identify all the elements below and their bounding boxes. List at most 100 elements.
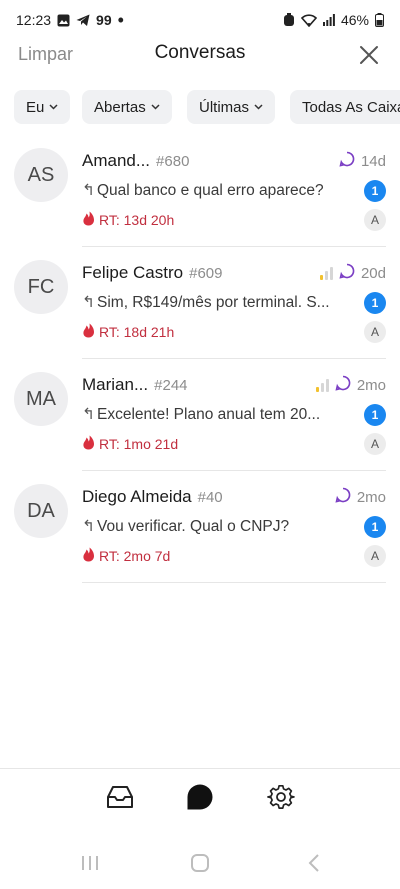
filter-sort-label: Últimas bbox=[199, 98, 250, 116]
status-bar: 12:23 99 • 46% bbox=[0, 0, 400, 40]
gallery-icon bbox=[57, 14, 70, 27]
fire-icon bbox=[82, 323, 95, 341]
avatar: MA bbox=[14, 372, 68, 426]
home-icon bbox=[191, 854, 209, 872]
filter-inbox[interactable]: Todas As Caixas bbox=[290, 90, 400, 124]
fire-icon bbox=[82, 547, 95, 565]
divider bbox=[82, 470, 386, 471]
battery-percent: 46% bbox=[340, 12, 369, 28]
contact-name: Diego Almeida bbox=[82, 487, 192, 506]
chat-bubble-icon bbox=[335, 487, 351, 507]
agent-avatar: A bbox=[364, 321, 386, 343]
last-message: ↰ Sim, R$149/mês por terminal. S... bbox=[82, 293, 356, 312]
last-message: ↰ Excelente! Plano anual tem 20... bbox=[82, 405, 356, 424]
conversation-name: Diego Almeida #40 bbox=[82, 487, 223, 507]
chevron-down-icon bbox=[254, 104, 263, 110]
more-notifications-dot-icon: • bbox=[117, 10, 124, 30]
fire-icon bbox=[82, 211, 95, 229]
conversation-item[interactable]: MA Marian... #244 2mo ↰ Excelente! Plano a… bbox=[0, 360, 400, 472]
system-nav-bar bbox=[0, 845, 400, 881]
response-time-text: RT: 18d 21h bbox=[99, 324, 175, 340]
last-message: ↰ Vou verificar. Qual o CNPJ? bbox=[82, 517, 356, 536]
chevron-down-icon bbox=[49, 104, 58, 110]
conversation-id: #244 bbox=[154, 377, 188, 394]
home-button[interactable] bbox=[188, 851, 212, 875]
response-time: RT: 2mo 7d bbox=[82, 547, 170, 565]
agent-avatar: A bbox=[364, 433, 386, 455]
conversation-meta: 20d bbox=[319, 263, 386, 283]
fire-icon bbox=[82, 435, 95, 453]
reply-icon: ↰ bbox=[82, 294, 95, 311]
response-time-text: RT: 1mo 21d bbox=[99, 436, 179, 452]
filter-status[interactable]: Abertas bbox=[82, 90, 172, 124]
chat-bubble-icon bbox=[335, 375, 351, 395]
recent-apps-button[interactable] bbox=[78, 851, 102, 875]
chat-bubble-icon bbox=[339, 263, 355, 283]
status-right: 46% bbox=[283, 12, 384, 28]
contact-name: Felipe Castro bbox=[82, 263, 184, 282]
chat-bubble-icon bbox=[187, 784, 213, 810]
reply-icon: ↰ bbox=[82, 406, 95, 423]
page-title: Conversas bbox=[154, 42, 246, 63]
back-button[interactable] bbox=[302, 851, 326, 875]
filter-sort[interactable]: Últimas bbox=[187, 90, 276, 124]
gear-icon bbox=[267, 784, 295, 809]
response-time-text: RT: 2mo 7d bbox=[99, 548, 171, 564]
conversation-id: #609 bbox=[189, 265, 223, 282]
conversation-item[interactable]: FC Felipe Castro #609 20d ↰ Sim, R$149/mês… bbox=[0, 248, 400, 360]
chevron-down-icon bbox=[151, 104, 160, 110]
inbox-icon bbox=[107, 786, 133, 808]
divider bbox=[82, 582, 386, 583]
signal-icon bbox=[322, 14, 335, 26]
status-time: 12:23 bbox=[16, 12, 52, 28]
unread-badge: 1 bbox=[364, 292, 386, 314]
agent-avatar: A bbox=[364, 545, 386, 567]
recent-apps-icon bbox=[82, 856, 98, 870]
reply-icon: ↰ bbox=[82, 518, 95, 535]
unread-badge: 1 bbox=[364, 404, 386, 426]
bottom-nav bbox=[0, 768, 400, 824]
last-message: ↰ Qual banco e qual erro aparece? bbox=[82, 181, 356, 200]
wifi-icon bbox=[300, 13, 317, 27]
reply-icon: ↰ bbox=[82, 182, 95, 199]
last-message-text: Sim, R$149/mês por terminal. S... bbox=[97, 294, 330, 311]
divider bbox=[82, 246, 386, 247]
filter-assignee[interactable]: Eu bbox=[14, 90, 71, 124]
back-icon bbox=[308, 854, 319, 872]
alarm-icon bbox=[283, 13, 295, 27]
agent-avatar: A bbox=[364, 209, 386, 231]
nav-conversations[interactable] bbox=[184, 781, 216, 813]
response-time-text: RT: 13d 20h bbox=[99, 212, 175, 228]
filter-bar: Eu Abertas Últimas Todas As Caixas bbox=[0, 90, 400, 124]
close-button[interactable] bbox=[358, 44, 380, 66]
conversation-id: #40 bbox=[197, 489, 223, 506]
filter-status-label: Abertas bbox=[94, 98, 146, 116]
conversation-item[interactable]: AS Amand... #680 14d ↰ Qual banco e qual e… bbox=[0, 136, 400, 248]
last-message-text: Qual banco e qual erro aparece? bbox=[97, 182, 324, 199]
conversation-item[interactable]: DA Diego Almeida #40 2mo ↰ Vou verificar. … bbox=[0, 472, 400, 584]
conversation-id: #680 bbox=[156, 153, 190, 170]
header: Limpar Conversas bbox=[0, 40, 400, 70]
conversation-time: 2mo bbox=[356, 488, 386, 506]
telegram-icon bbox=[76, 14, 90, 27]
priority-bars-icon bbox=[319, 266, 333, 280]
response-time: RT: 18d 21h bbox=[82, 323, 174, 341]
conversation-name: Felipe Castro #609 bbox=[82, 263, 222, 283]
battery-icon bbox=[375, 13, 384, 27]
nav-settings[interactable] bbox=[265, 781, 297, 813]
conversation-time: 14d bbox=[360, 152, 386, 170]
filter-assignee-label: Eu bbox=[26, 98, 45, 116]
contact-name: Amand... bbox=[82, 151, 151, 170]
avatar: FC bbox=[14, 260, 68, 314]
contact-name: Marian... bbox=[82, 375, 149, 394]
conversation-time: 2mo bbox=[356, 376, 386, 394]
nav-inbox[interactable] bbox=[104, 781, 136, 813]
response-time: RT: 13d 20h bbox=[82, 211, 174, 229]
conversation-meta: 2mo bbox=[335, 487, 386, 507]
notification-count: 99 bbox=[96, 12, 112, 28]
conversation-time: 20d bbox=[360, 264, 386, 282]
filter-inbox-label: Todas As Caixas bbox=[302, 98, 400, 116]
conversation-meta: 14d bbox=[339, 151, 386, 171]
chat-bubble-icon bbox=[339, 151, 355, 171]
unread-badge: 1 bbox=[364, 516, 386, 538]
